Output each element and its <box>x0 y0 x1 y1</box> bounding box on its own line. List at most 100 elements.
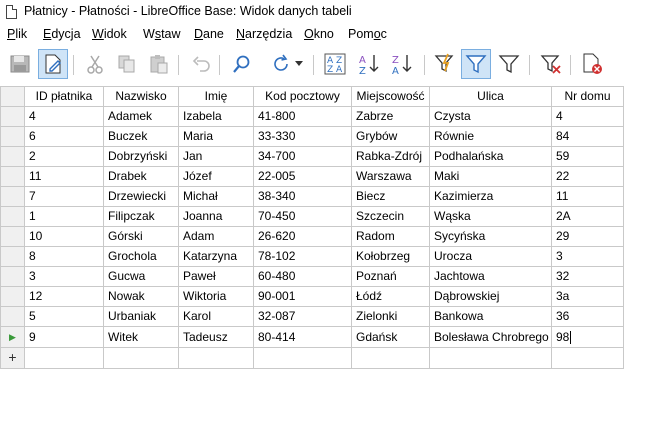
table-cell[interactable]: Kazimierza <box>429 186 552 207</box>
table-cell[interactable]: Tadeusz <box>178 326 254 348</box>
table-cell[interactable]: Paweł <box>178 266 254 287</box>
table-cell[interactable]: 22-005 <box>253 166 352 187</box>
row-header[interactable] <box>0 206 25 227</box>
corner-cell[interactable] <box>0 86 25 107</box>
table-cell[interactable]: Kołobrzeg <box>351 246 430 267</box>
row-header[interactable]: + <box>0 347 25 369</box>
table-cell[interactable]: Poznań <box>351 266 430 287</box>
table-cell[interactable]: Urocza <box>429 246 552 267</box>
table-cell[interactable] <box>24 347 104 369</box>
find-icon[interactable] <box>227 49 257 79</box>
cut-icon[interactable] <box>80 49 110 79</box>
table-cell[interactable]: Dobrzyński <box>103 146 179 167</box>
table-cell[interactable]: Filipczak <box>103 206 179 227</box>
table-cell[interactable]: Joanna <box>178 206 254 227</box>
table-cell[interactable]: 11 <box>24 166 104 187</box>
table-cell[interactable]: Rabka-Zdrój <box>351 146 430 167</box>
table-cell[interactable] <box>103 347 179 369</box>
table-cell[interactable] <box>253 347 352 369</box>
table-cell[interactable]: Drabek <box>103 166 179 187</box>
table-cell[interactable]: 78-102 <box>253 246 352 267</box>
table-cell[interactable]: Karol <box>178 306 254 327</box>
standard-filter-icon[interactable] <box>494 49 524 79</box>
row-header[interactable] <box>0 106 25 127</box>
menu-wstaw[interactable]: Wstaw <box>143 27 181 41</box>
table-cell[interactable]: Maria <box>178 126 254 147</box>
table-cell[interactable] <box>351 347 430 369</box>
apply-filter-icon[interactable] <box>461 49 491 79</box>
table-cell[interactable]: Równie <box>429 126 552 147</box>
table-cell[interactable]: 32-087 <box>253 306 352 327</box>
table-cell[interactable]: 34-700 <box>253 146 352 167</box>
autofilter-icon[interactable] <box>430 49 460 79</box>
table-cell[interactable]: 22 <box>551 166 624 187</box>
table-cell[interactable]: Biecz <box>351 186 430 207</box>
table-cell[interactable]: 38-340 <box>253 186 352 207</box>
table-cell[interactable]: Drzewiecki <box>103 186 179 207</box>
column-header[interactable]: Kod pocztowy <box>253 86 352 107</box>
table-cell[interactable]: Warszawa <box>351 166 430 187</box>
table-cell[interactable]: 29 <box>551 226 624 247</box>
column-header[interactable]: Imię <box>178 86 254 107</box>
table-cell[interactable]: Czysta <box>429 106 552 127</box>
row-header[interactable] <box>0 126 25 147</box>
table-cell[interactable]: 1 <box>24 206 104 227</box>
table-cell[interactable]: 33-330 <box>253 126 352 147</box>
column-header[interactable]: Miejscowość <box>351 86 430 107</box>
table-cell[interactable]: Wiktoria <box>178 286 254 307</box>
table-cell[interactable]: 2 <box>24 146 104 167</box>
table-cell[interactable]: 3a <box>551 286 624 307</box>
delete-record-icon[interactable] <box>577 49 607 79</box>
menu-edycja[interactable]: Edycja <box>43 27 81 41</box>
row-header[interactable] <box>0 146 25 167</box>
menu-plik[interactable]: Plik <box>7 27 27 41</box>
column-header[interactable]: Nazwisko <box>103 86 179 107</box>
row-header[interactable] <box>0 286 25 307</box>
table-cell[interactable]: 10 <box>24 226 104 247</box>
edit-data-icon[interactable] <box>38 49 68 79</box>
paste-icon[interactable] <box>144 49 174 79</box>
menu-dane[interactable]: Dane <box>194 27 224 41</box>
column-header[interactable]: Nr domu <box>551 86 624 107</box>
sort-descending-icon[interactable]: ZA <box>387 49 417 79</box>
table-cell[interactable] <box>429 347 552 369</box>
table-cell[interactable]: Dąbrowskiej <box>429 286 552 307</box>
table-cell[interactable]: Bolesława Chrobrego <box>429 326 552 348</box>
table-cell[interactable]: Górski <box>103 226 179 247</box>
table-cell[interactable]: 6 <box>24 126 104 147</box>
table-cell[interactable]: Bankowa <box>429 306 552 327</box>
undo-icon[interactable] <box>186 49 216 79</box>
table-cell[interactable]: 98 <box>551 326 624 348</box>
new-record-row[interactable]: + <box>0 347 624 369</box>
table-cell[interactable]: Grochola <box>103 246 179 267</box>
table-cell[interactable]: 90-001 <box>253 286 352 307</box>
table-cell[interactable]: 26-620 <box>253 226 352 247</box>
table-cell[interactable]: 70-450 <box>253 206 352 227</box>
table-cell[interactable]: Józef <box>178 166 254 187</box>
row-header[interactable] <box>0 266 25 287</box>
table-cell[interactable]: Zabrze <box>351 106 430 127</box>
table-cell[interactable]: Adamek <box>103 106 179 127</box>
table-cell[interactable]: Gucwa <box>103 266 179 287</box>
table-cell[interactable]: Michał <box>178 186 254 207</box>
table-cell[interactable]: 80-414 <box>253 326 352 348</box>
table-cell[interactable]: Adam <box>178 226 254 247</box>
table-cell[interactable]: Wąska <box>429 206 552 227</box>
reset-filter-icon[interactable] <box>536 49 566 79</box>
table-cell[interactable]: Jachtowa <box>429 266 552 287</box>
table-cell[interactable]: Witek <box>103 326 179 348</box>
table-cell[interactable]: 41-800 <box>253 106 352 127</box>
table-cell[interactable]: Katarzyna <box>178 246 254 267</box>
row-header[interactable] <box>0 306 25 327</box>
table-cell[interactable]: 4 <box>24 106 104 127</box>
column-header[interactable]: Ulica <box>429 86 552 107</box>
table-cell[interactable]: 3 <box>551 246 624 267</box>
dropdown-icon[interactable] <box>292 49 306 79</box>
table-cell[interactable]: Grybów <box>351 126 430 147</box>
table-cell[interactable]: 4 <box>551 106 624 127</box>
row-header[interactable]: ▶ <box>0 326 25 348</box>
table-cell[interactable] <box>551 347 624 369</box>
save-icon[interactable] <box>5 49 35 79</box>
table-cell[interactable]: Podhalańska <box>429 146 552 167</box>
table-cell[interactable]: 3 <box>24 266 104 287</box>
